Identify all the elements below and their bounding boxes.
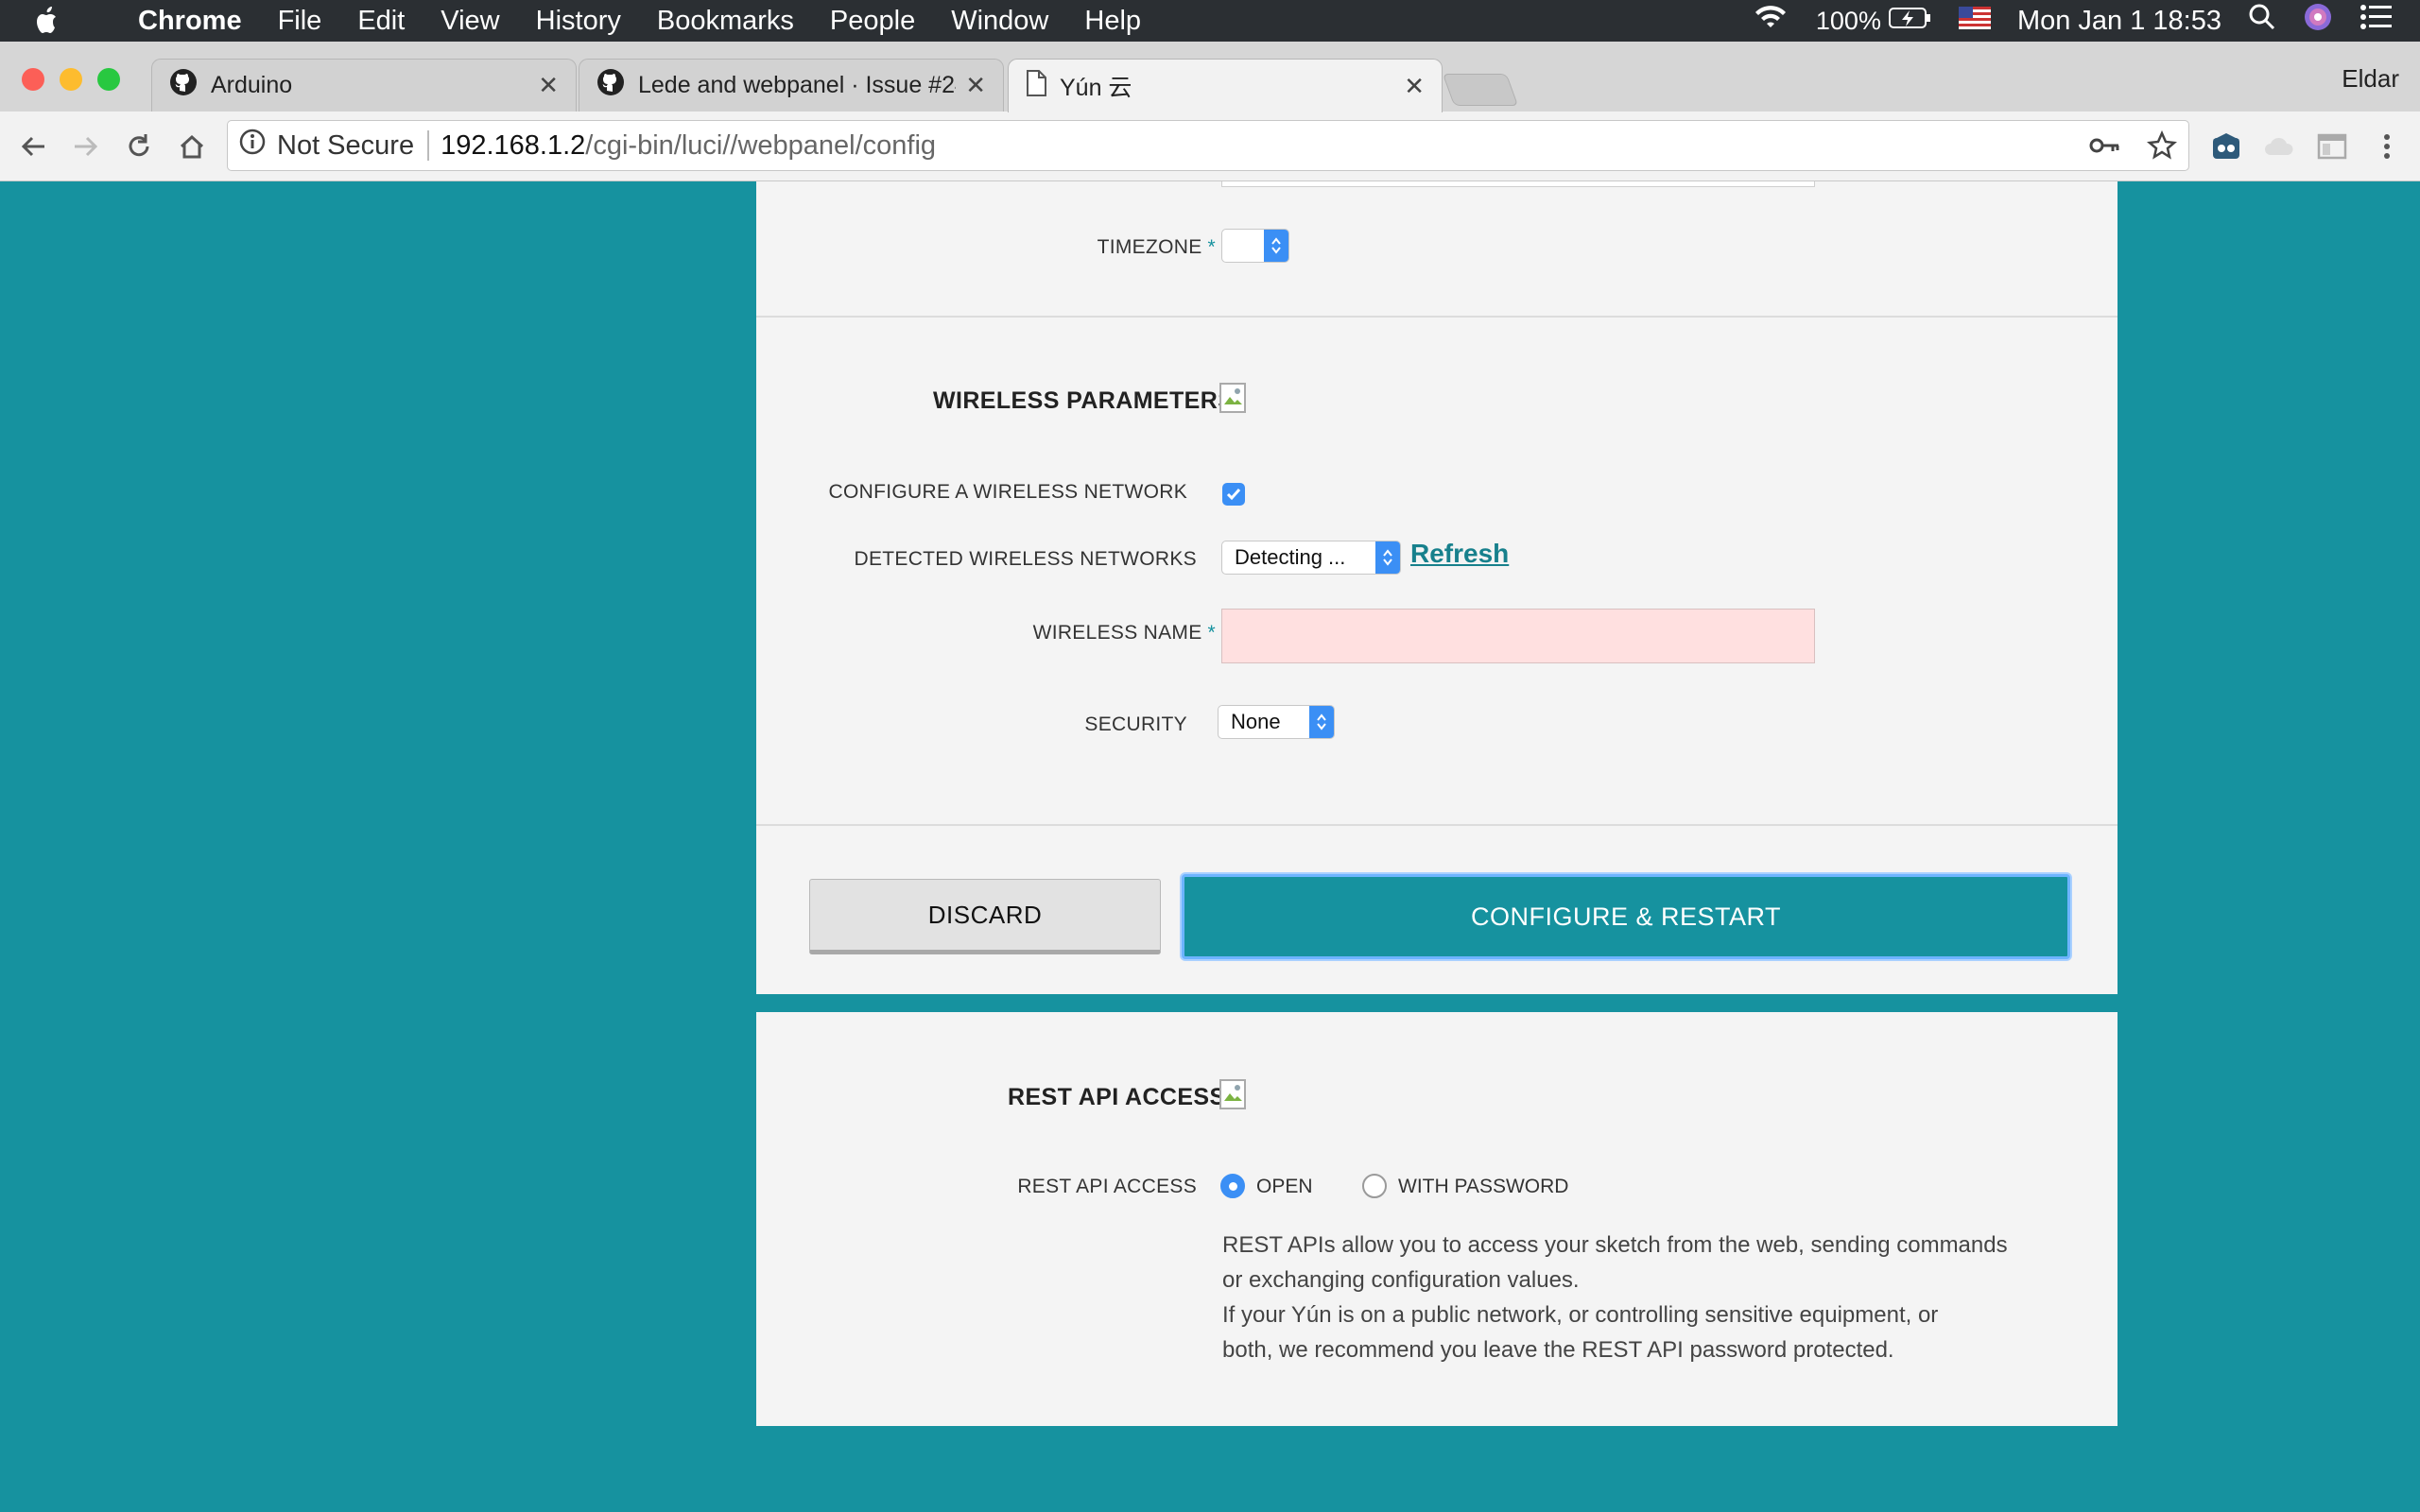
timezone-label: TIMEZONE * (1097, 236, 1216, 258)
rest-api-title: REST API ACCESS (1008, 1084, 1226, 1110)
close-window-button[interactable] (22, 68, 44, 91)
url-host: 192.168.1.2 (441, 129, 586, 161)
refresh-link[interactable]: Refresh (1410, 539, 1509, 569)
wifi-icon[interactable] (1752, 3, 1789, 39)
close-tab-icon[interactable]: ✕ (538, 71, 559, 100)
section-divider (756, 824, 2118, 826)
select-arrows-icon (1309, 706, 1334, 738)
apple-menu-icon[interactable] (34, 0, 72, 42)
help-image-icon[interactable] (1219, 1078, 1247, 1110)
description-line: REST APIs allow you to access your sketc… (1222, 1232, 2008, 1258)
url-path: /cgi-bin/luci//webpanel/config (585, 129, 937, 161)
wireless-name-input[interactable] (1221, 609, 1815, 663)
security-status[interactable]: Not Secure (277, 130, 414, 162)
tab-lede-issue[interactable]: Lede and webpanel · Issue #24 ✕ (579, 59, 1004, 112)
config-panel: TIMEZONE * WIRELESS PARAMETERS CONFIGURE … (756, 181, 2118, 994)
us-flag-icon[interactable] (1958, 6, 1991, 37)
github-icon (169, 68, 198, 103)
menu-view[interactable]: View (441, 6, 499, 37)
configure-wireless-checkbox[interactable] (1222, 483, 1245, 506)
rest-password-label[interactable]: WITH PASSWORD (1398, 1176, 1568, 1198)
rest-open-radio[interactable] (1220, 1174, 1245, 1198)
address-bar[interactable]: Not Secure 192.168.1.2 /cgi-bin/luci//we… (227, 120, 2189, 171)
menu-window[interactable]: Window (951, 6, 1048, 37)
chrome-menu-icon[interactable] (2369, 129, 2405, 164)
timezone-select[interactable] (1221, 229, 1289, 263)
clock[interactable]: Mon Jan 1 18:53 (2017, 6, 2221, 37)
close-tab-icon[interactable]: ✕ (965, 71, 986, 100)
rest-api-description: REST APIs allow you to access your sketc… (1222, 1228, 2073, 1367)
description-line: If your Yún is on a public network, or c… (1222, 1302, 1939, 1328)
menu-help[interactable]: Help (1084, 6, 1141, 37)
battery-icon[interactable] (1888, 6, 1932, 37)
configure-wireless-label: CONFIGURE A WIRELESS NETWORK (828, 481, 1187, 503)
panel-separator (756, 994, 2118, 1001)
new-tab-button[interactable] (1442, 74, 1519, 106)
page-icon (1026, 69, 1046, 103)
spotlight-search-icon[interactable] (2248, 3, 2276, 39)
help-image-icon[interactable] (1219, 382, 1247, 414)
tab-arduino[interactable]: Arduino ✕ (151, 59, 577, 112)
reader-extension-icon[interactable] (2314, 129, 2350, 164)
forward-arrow-icon[interactable] (68, 129, 104, 164)
wireless-name-label: WIRELESS NAME * (1032, 622, 1216, 644)
security-select[interactable]: None (1218, 705, 1335, 739)
select-arrows-icon (1375, 541, 1400, 574)
rest-password-radio[interactable] (1362, 1174, 1387, 1198)
rest-api-panel: REST API ACCESS REST API ACCESS OPEN WIT… (756, 1012, 2118, 1426)
browser-toolbar: Not Secure 192.168.1.2 /cgi-bin/luci//we… (0, 112, 2420, 181)
home-icon[interactable] (174, 129, 210, 164)
siri-icon[interactable] (2303, 2, 2333, 40)
tab-title: Lede and webpanel · Issue #24 (638, 72, 957, 98)
bookmark-star-icon[interactable] (2147, 129, 2177, 168)
zoom-window-button[interactable] (97, 68, 120, 91)
back-arrow-icon[interactable] (15, 129, 51, 164)
menu-people[interactable]: People (830, 6, 915, 37)
status-area: 100% Mon Jan 1 18:53 (1752, 0, 2420, 42)
description-line: or exchanging configuration values. (1222, 1267, 1580, 1293)
address-separator (427, 130, 430, 161)
reload-icon[interactable] (121, 129, 157, 164)
rest-api-label: REST API ACCESS (1017, 1176, 1197, 1197)
menu-edit[interactable]: Edit (357, 6, 405, 37)
extension-icon[interactable] (2208, 129, 2244, 164)
discard-button[interactable]: DISCARD (809, 879, 1161, 954)
cloud-extension-icon[interactable] (2261, 129, 2297, 164)
section-divider (756, 316, 2118, 318)
info-icon[interactable] (239, 129, 266, 163)
menu-chrome[interactable]: Chrome (138, 6, 242, 37)
description-line: both, we recommend you leave the REST AP… (1222, 1337, 1894, 1363)
security-label: SECURITY (1084, 713, 1187, 735)
minimize-window-button[interactable] (60, 68, 82, 91)
menu-bookmarks[interactable]: Bookmarks (657, 6, 794, 37)
github-icon (596, 68, 625, 103)
select-arrows-icon (1264, 230, 1288, 262)
detected-networks-select[interactable]: Detecting ... (1221, 541, 1401, 575)
battery-percent: 100% (1815, 6, 1881, 35)
notification-center-icon[interactable] (2360, 4, 2394, 38)
tab-yun[interactable]: Yún 云 ✕ (1008, 59, 1443, 112)
macos-menubar: Chrome File Edit View History Bookmarks … (0, 0, 2420, 42)
tab-title: Yún 云 (1060, 75, 1132, 101)
menu-file[interactable]: File (278, 6, 322, 37)
menu-history[interactable]: History (536, 6, 621, 37)
profile-name[interactable]: Eldar (2342, 64, 2399, 94)
tab-strip: Arduino ✕ Lede and webpanel · Issue #24 … (0, 42, 2420, 112)
previous-input-field[interactable] (1221, 181, 1815, 187)
key-icon[interactable] (2088, 132, 2120, 166)
detected-networks-value: Detecting ... (1235, 545, 1346, 569)
wireless-parameters-title: WIRELESS PARAMETERS (933, 387, 1235, 414)
page-viewport: TIMEZONE * WIRELESS PARAMETERS CONFIGURE … (0, 181, 2420, 1512)
rest-open-label[interactable]: OPEN (1256, 1176, 1313, 1198)
detected-networks-label: DETECTED WIRELESS NETWORKS (854, 548, 1197, 570)
close-tab-icon[interactable]: ✕ (1404, 72, 1425, 101)
security-value: None (1231, 710, 1281, 733)
tab-title: Arduino (211, 72, 293, 98)
configure-restart-button[interactable]: CONFIGURE & RESTART (1182, 874, 2070, 959)
